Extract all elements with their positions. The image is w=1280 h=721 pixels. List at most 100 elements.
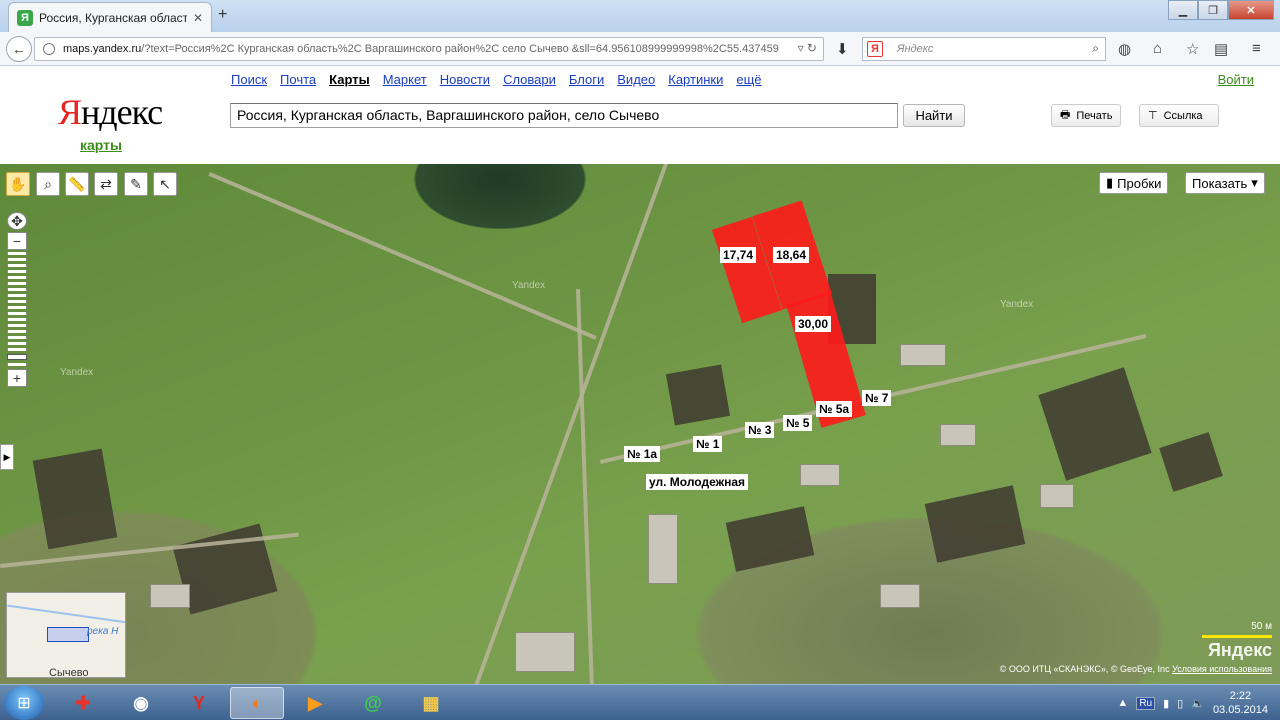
- app-red-icon[interactable]: ✚: [56, 687, 110, 719]
- login-link[interactable]: Войти: [1218, 72, 1254, 87]
- zoom-in-icon[interactable]: +: [7, 369, 27, 387]
- building: [1040, 484, 1074, 508]
- globe-icon: [43, 43, 55, 55]
- service-link[interactable]: Новости: [440, 72, 490, 87]
- reload-icon[interactable]: ▿ ↻: [798, 41, 817, 55]
- parcel-area-label: 30,00: [795, 316, 832, 332]
- scale-bar: 50 м: [1202, 621, 1272, 639]
- house-number-label: № 3: [745, 422, 775, 438]
- show-layers-dropdown[interactable]: Показать ▾: [1185, 172, 1265, 194]
- service-link[interactable]: Блоги: [569, 72, 604, 87]
- service-link[interactable]: Маркет: [383, 72, 427, 87]
- find-button[interactable]: Найти: [903, 104, 965, 127]
- search-input[interactable]: Россия, Курганская область, Варгашинског…: [230, 103, 898, 128]
- yandex-search-icon[interactable]: Я: [867, 41, 883, 57]
- service-link[interactable]: ещё: [736, 72, 761, 87]
- zoom-control: ✥ − +: [7, 212, 27, 389]
- battery-icon[interactable]: ▯: [1177, 697, 1183, 710]
- menu-icon[interactable]: ≡: [1252, 40, 1261, 57]
- link-button[interactable]: ⊤ Ссылка: [1139, 104, 1219, 127]
- home-icon[interactable]: ⌂: [1153, 40, 1162, 57]
- minimap-town-label: Сычево: [49, 667, 89, 678]
- new-tab-icon[interactable]: +: [218, 6, 227, 24]
- service-link[interactable]: Почта: [280, 72, 316, 87]
- printer-icon: 🖶: [1060, 109, 1071, 121]
- hand-tool-icon[interactable]: ✋: [6, 172, 30, 196]
- explorer-folder-icon[interactable]: ▦: [404, 687, 458, 719]
- language-indicator[interactable]: Ru: [1136, 696, 1156, 710]
- system-tray: ▲ Ru ▮ ▯ 🔈 2:22 03.05.2014: [1117, 685, 1280, 721]
- building: [940, 424, 976, 446]
- traffic-button[interactable]: ▮ Пробки: [1099, 172, 1169, 194]
- side-panel-toggle-icon[interactable]: ▶: [0, 444, 14, 470]
- house-number-label: № 5а: [816, 401, 853, 417]
- house-number-label: № 1а: [624, 446, 661, 462]
- tray-expand-icon[interactable]: ▲: [1117, 697, 1128, 709]
- magnifier-icon[interactable]: ⌕: [1092, 41, 1099, 56]
- network-icon[interactable]: ▮: [1163, 697, 1169, 710]
- building: [515, 632, 575, 672]
- addon-globe-icon[interactable]: ◍: [1118, 40, 1131, 58]
- windows-taskbar: ⊞ ✚ ◉ Y ◐ ▶ @ ▦ ▲ Ru ▮ ▯ 🔈 2:22 03.05.20…: [0, 684, 1280, 720]
- icq-icon[interactable]: @: [346, 687, 400, 719]
- add-placemark-icon[interactable]: ✎: [124, 172, 148, 196]
- browser-tab[interactable]: Я Россия, Курганская область, ... ✕: [8, 2, 212, 32]
- address-bar[interactable]: maps.yandex.ru/?text=Россия%2C Курганска…: [34, 37, 824, 61]
- url-path: /?text=Россия%2C Курганская область%2C В…: [141, 43, 779, 55]
- building: [900, 344, 946, 366]
- ruler-icon[interactable]: 📏: [65, 172, 89, 196]
- zoom-out-icon[interactable]: −: [7, 232, 27, 250]
- minimap-river-line: [7, 604, 125, 624]
- minimap-river-label: река Н: [87, 626, 119, 637]
- service-link[interactable]: Видео: [617, 72, 655, 87]
- firefox-icon[interactable]: ◐: [230, 687, 284, 719]
- window-controls: ▁ ❐ ✕: [1168, 0, 1274, 20]
- yandex-logo[interactable]: Яндекс: [58, 91, 163, 133]
- close-window-icon[interactable]: ✕: [1228, 0, 1274, 20]
- zoom-slider-handle[interactable]: [7, 354, 27, 360]
- start-button-icon[interactable]: ⊞: [4, 686, 44, 720]
- search-placeholder: Яндекс: [897, 43, 934, 55]
- minimap-viewport[interactable]: [47, 627, 89, 642]
- building: [800, 464, 840, 486]
- house-number-label: № 5: [783, 415, 813, 431]
- street-label: ул. Молодежная: [646, 474, 749, 490]
- copyright: © ООО ИТЦ «СКАНЭКС», © GeoEye, Inc Услов…: [999, 664, 1272, 674]
- compass-icon[interactable]: ✥: [7, 212, 27, 230]
- browser-navbar: ← maps.yandex.ru/?text=Россия%2C Курганс…: [0, 32, 1280, 66]
- service-link[interactable]: Карты: [329, 72, 370, 87]
- restore-icon[interactable]: ❐: [1198, 0, 1228, 20]
- clock[interactable]: 2:22 03.05.2014: [1213, 689, 1268, 717]
- service-link[interactable]: Картинки: [668, 72, 723, 87]
- service-link[interactable]: Словари: [503, 72, 556, 87]
- media-player-icon[interactable]: ▶: [288, 687, 342, 719]
- volume-icon[interactable]: 🔈: [1191, 697, 1205, 710]
- satellite-map[interactable]: 17,74 18,64 30,00 № 1а № 1 № 3 № 5 № 5а …: [0, 164, 1280, 684]
- yandex-favicon-icon: Я: [17, 9, 33, 26]
- terms-link[interactable]: Условия использования: [1172, 664, 1272, 674]
- minimize-icon[interactable]: ▁: [1168, 0, 1198, 20]
- select-arrow-icon[interactable]: ↖: [153, 172, 177, 196]
- dropdown-arrow-icon: ▾: [1251, 175, 1258, 190]
- print-button[interactable]: 🖶 Печать: [1051, 104, 1122, 127]
- app-camera-icon[interactable]: ◉: [114, 687, 168, 719]
- service-link[interactable]: Поиск: [231, 72, 267, 87]
- back-arrow-icon[interactable]: ←: [6, 36, 32, 62]
- zoom-area-icon[interactable]: ⌕: [36, 172, 60, 196]
- overview-minimap[interactable]: река Н Сычево: [6, 592, 126, 678]
- tab-close-icon[interactable]: ✕: [193, 11, 203, 25]
- browser-titlebar: Я Россия, Курганская область, ... ✕ + ▁ …: [0, 0, 1280, 32]
- field-plot: [924, 485, 1026, 563]
- traffic-light-icon: ▮: [1106, 175, 1114, 190]
- download-arrow-icon[interactable]: ⬇: [836, 40, 849, 58]
- search-bar[interactable]: Я Яндекс ⌕: [862, 37, 1106, 61]
- maps-service-name[interactable]: карты: [80, 137, 122, 153]
- bookmarks-list-icon[interactable]: ▤: [1214, 40, 1228, 58]
- yandex-header: Яндекс карты Поиск Почта Карты Маркет Новост…: [0, 67, 1280, 164]
- yandex-browser-icon[interactable]: Y: [172, 687, 226, 719]
- bookmark-star-icon[interactable]: ☆: [1186, 40, 1199, 58]
- watermark: Yandex: [512, 280, 546, 291]
- route-icon[interactable]: ⇄: [94, 172, 118, 196]
- tab-title: Россия, Курганская область, ...: [39, 10, 187, 25]
- url-host: maps.yandex.ru: [63, 43, 142, 55]
